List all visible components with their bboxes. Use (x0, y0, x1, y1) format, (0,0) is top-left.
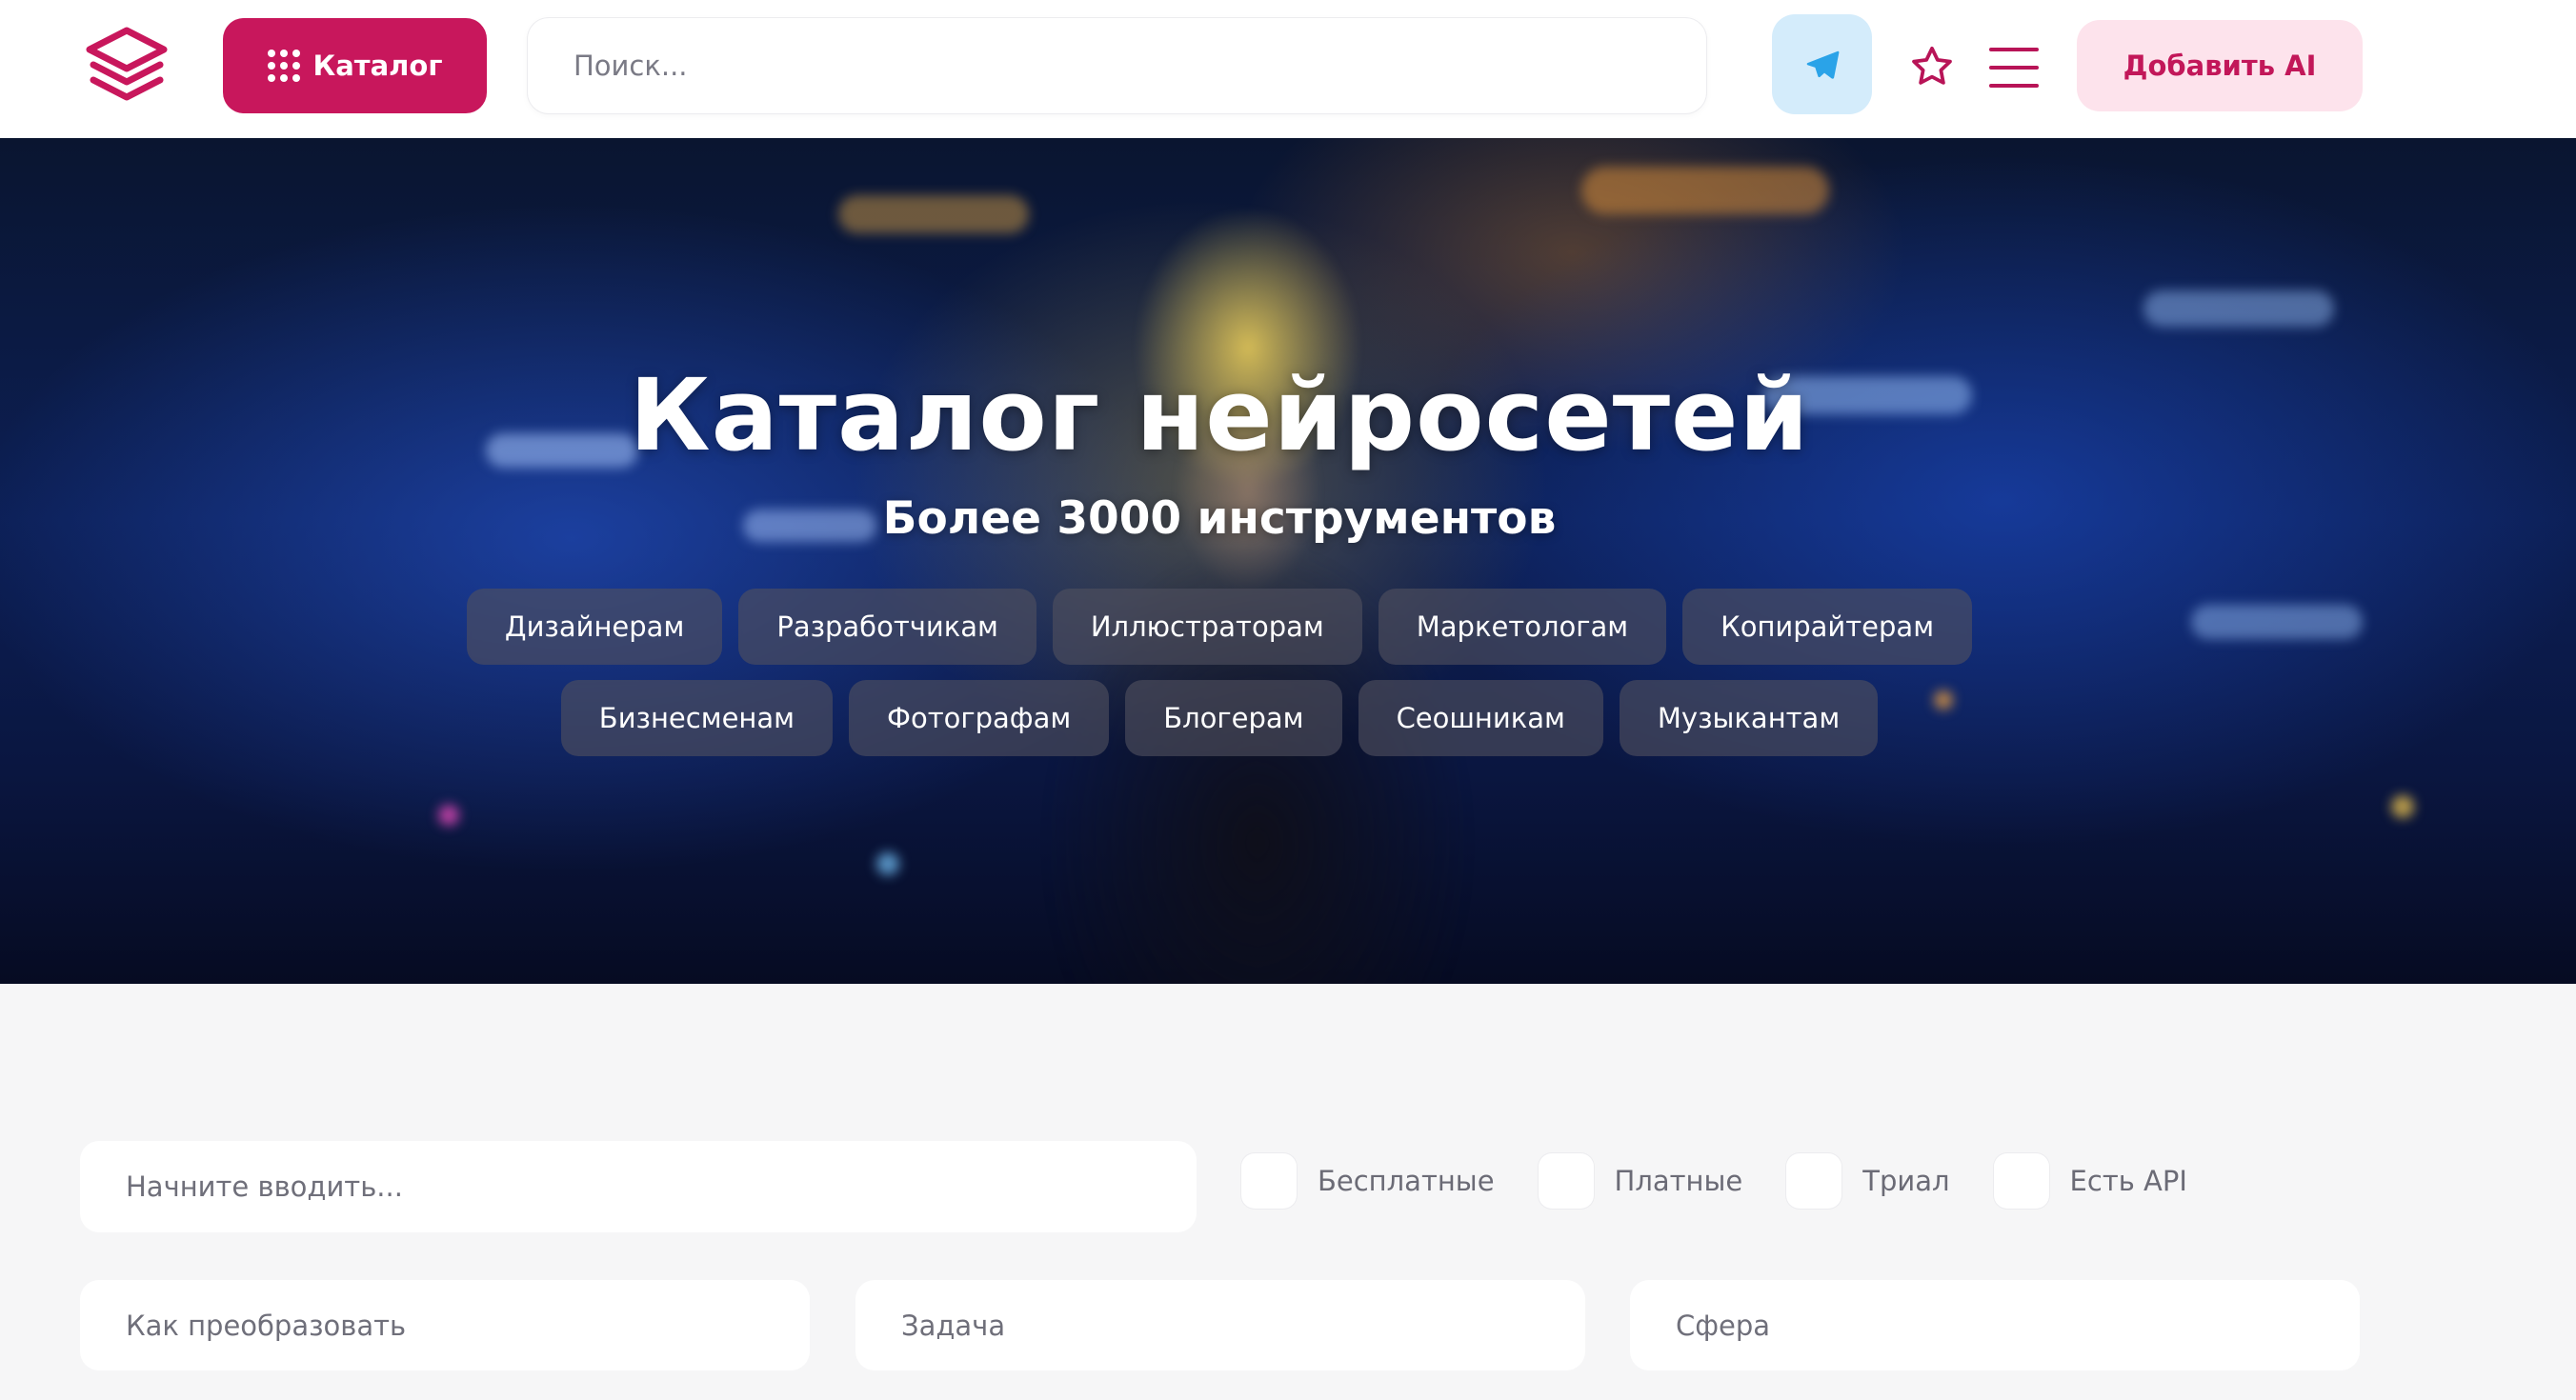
logo-icon[interactable] (82, 23, 171, 112)
filter-search-input[interactable] (126, 1170, 1197, 1203)
checkbox-api[interactable]: Есть API (1993, 1153, 2187, 1209)
bokeh-light (2143, 290, 2334, 327)
checkbox-box[interactable] (1538, 1153, 1594, 1209)
checkbox-box[interactable] (1993, 1153, 2049, 1209)
checkbox-label: Есть API (2069, 1165, 2187, 1197)
filter-search-bar[interactable] (80, 1141, 1197, 1232)
tag-marketers[interactable]: Маркетологам (1378, 589, 1667, 665)
select-sphere-input[interactable] (1676, 1309, 2360, 1342)
select-transform-input[interactable] (126, 1309, 810, 1342)
add-ai-button-label: Добавить AI (2123, 50, 2317, 82)
bokeh-light (1581, 167, 1829, 214)
search-input[interactable] (574, 50, 1706, 82)
grid-dots-icon (267, 50, 300, 82)
top-header: Каталог Добавить AI (0, 0, 2576, 138)
select-task[interactable] (855, 1280, 1585, 1370)
checkbox-label: Триал (1862, 1165, 1950, 1197)
bokeh-light (2391, 795, 2414, 818)
tag-musicians[interactable]: Музыкантам (1619, 680, 1879, 756)
checkbox-free[interactable]: Бесплатные (1241, 1153, 1495, 1209)
checkbox-box[interactable] (1786, 1153, 1842, 1209)
catalog-button-label: Каталог (312, 50, 443, 82)
favorites-button[interactable] (1905, 40, 1959, 93)
checkbox-label: Бесплатные (1318, 1165, 1495, 1197)
tags-row-2: Бизнесменам Фотографам Блогерам Сеошника… (0, 680, 2439, 756)
catalog-button[interactable]: Каталог (223, 18, 487, 113)
select-sphere[interactable] (1630, 1280, 2360, 1370)
tag-bloggers[interactable]: Блогерам (1125, 680, 1342, 756)
checkbox-paid[interactable]: Платные (1538, 1153, 1743, 1209)
hero-subtitle: Более 3000 инструментов (882, 492, 1557, 545)
tag-developers[interactable]: Разработчикам (738, 589, 1036, 665)
select-task-input[interactable] (901, 1309, 1585, 1342)
tags-row-1: Дизайнерам Разработчикам Иллюстраторам М… (0, 589, 2439, 665)
bokeh-light (438, 805, 459, 826)
select-transform[interactable] (80, 1280, 810, 1370)
hero-title: Каталог нейросетей (629, 357, 1810, 473)
tag-businessmen[interactable]: Бизнесменам (560, 680, 834, 756)
checkbox-trial[interactable]: Триал (1786, 1153, 1950, 1209)
hero-figure-image (962, 176, 1553, 984)
search-bar[interactable] (528, 18, 1706, 113)
tag-copywriters[interactable]: Копирайтерам (1682, 589, 1973, 665)
tag-illustrators[interactable]: Иллюстраторам (1052, 589, 1362, 665)
checkbox-box[interactable] (1241, 1153, 1297, 1209)
add-ai-button[interactable]: Добавить AI (2077, 20, 2363, 111)
telegram-icon (1806, 50, 1839, 79)
star-icon (1912, 46, 1952, 85)
pricing-filters: Бесплатные Платные Триал Есть API (1241, 1152, 2231, 1210)
hamburger-menu-icon[interactable] (1989, 48, 2039, 88)
telegram-button[interactable] (1772, 14, 1872, 114)
hero-banner: Каталог нейросетей Более 3000 инструмент… (0, 138, 2576, 984)
checkbox-label: Платные (1614, 1165, 1743, 1197)
bokeh-light (876, 852, 899, 875)
tag-designers[interactable]: Дизайнерам (466, 589, 723, 665)
tag-seo[interactable]: Сеошникам (1358, 680, 1603, 756)
tag-photographers[interactable]: Фотографам (849, 680, 1110, 756)
